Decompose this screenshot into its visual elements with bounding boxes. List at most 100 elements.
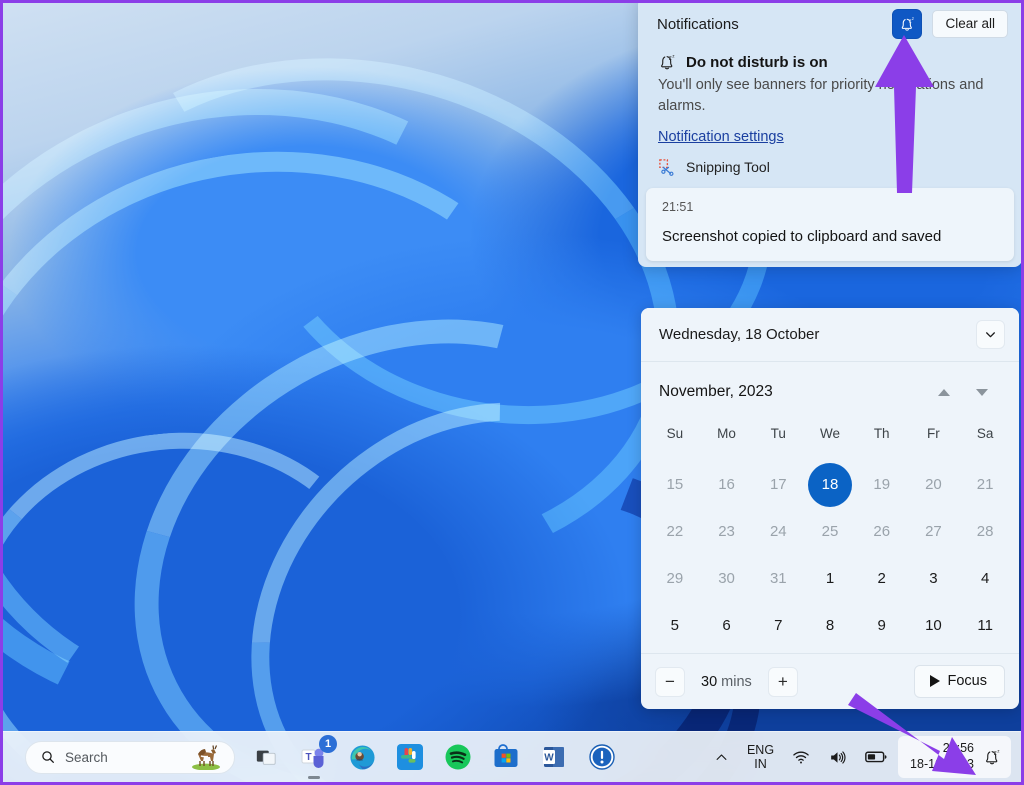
calendar-day[interactable]: 16 [701, 461, 753, 508]
calendar-day-label: 30 [705, 557, 749, 601]
tray-clock-button[interactable]: 21:56 18-10-2023 z z [898, 736, 1011, 777]
calendar-day-label: 11 [963, 604, 1007, 648]
calendar-weekday-mo: Mo [701, 416, 753, 457]
tray-overflow-button[interactable] [707, 745, 736, 770]
calendar-day-today[interactable]: 18 [804, 461, 856, 508]
calendar-day-label: 5 [653, 604, 697, 648]
notification-timestamp: 21:51 [662, 200, 998, 214]
calendar-day[interactable]: 24 [752, 508, 804, 555]
search-input[interactable]: Search [25, 741, 235, 774]
start-focus-session-button[interactable]: Focus [914, 665, 1006, 698]
calendar-day[interactable]: 3 [908, 555, 960, 602]
clock-text: 21:56 18-10-2023 [910, 741, 974, 772]
tray-network-button[interactable] [785, 743, 817, 771]
calendar-day[interactable]: 11 [959, 602, 1011, 649]
calendar-day[interactable]: 2 [856, 555, 908, 602]
windows-desktop: Notifications z z Clear all z [0, 0, 1024, 785]
focus-session-bar: − 30 mins + Focus [641, 653, 1019, 709]
calendar-day-label: 20 [911, 463, 955, 507]
calendar-day[interactable]: 1 [804, 555, 856, 602]
taskbar-app-microsoft-store[interactable] [489, 740, 523, 774]
calendar-day-label: 19 [860, 463, 904, 507]
calendar-day-label: 29 [653, 557, 697, 601]
calendar-day[interactable]: 9 [856, 602, 908, 649]
calendar-day-label: 8 [808, 604, 852, 648]
wifi-icon [792, 748, 810, 766]
calendar-day[interactable]: 7 [752, 602, 804, 649]
calendar-month-label[interactable]: November, 2023 [659, 383, 925, 401]
taskbar-app-microsoft-word[interactable]: W [537, 740, 571, 774]
taskbar-left-section: Search [3, 740, 283, 774]
notification-item[interactable]: 21:51 Screenshot copied to clipboard and… [646, 188, 1014, 261]
chevron-up-icon [714, 750, 729, 765]
taskbar-app-spotify[interactable] [441, 740, 475, 774]
calendar-flyout-panel: Wednesday, 18 October November, 2023 SuM… [641, 308, 1019, 709]
calendar-weekday-su: Su [649, 416, 701, 457]
calendar-day-grid: 1516171819202122232425262728293031123456… [641, 461, 1019, 653]
calendar-day[interactable]: 26 [856, 508, 908, 555]
notification-body-text: Screenshot copied to clipboard and saved [662, 228, 998, 245]
1password-icon [589, 744, 615, 770]
taskbar-app-slack[interactable] [393, 740, 427, 774]
calendar-day-label: 15 [653, 463, 697, 507]
notification-settings-link[interactable]: Notification settings [658, 129, 784, 145]
calendar-day[interactable]: 31 [752, 555, 804, 602]
calendar-day[interactable]: 17 [752, 461, 804, 508]
calendar-day-label: 7 [756, 604, 800, 648]
clock-time: 21:56 [910, 741, 974, 757]
calendar-weekday-tu: Tu [752, 416, 804, 457]
calendar-day[interactable]: 8 [804, 602, 856, 649]
slack-icon [397, 744, 423, 770]
calendar-day-label: 27 [911, 510, 955, 554]
tray-language-indicator[interactable]: ENG IN [740, 738, 781, 776]
calendar-day[interactable]: 28 [959, 508, 1011, 555]
do-not-disturb-bell-icon: z z [899, 16, 916, 33]
calendar-day[interactable]: 19 [856, 461, 908, 508]
calendar-day[interactable]: 30 [701, 555, 753, 602]
language-line-2: IN [747, 757, 774, 771]
focus-duration-unit: mins [721, 674, 752, 690]
calendar-day[interactable]: 21 [959, 461, 1011, 508]
calendar-day[interactable]: 29 [649, 555, 701, 602]
focus-button-label: Focus [948, 673, 988, 689]
calendar-day[interactable]: 15 [649, 461, 701, 508]
spotify-icon [445, 744, 471, 770]
calendar-prev-month-button[interactable] [925, 377, 963, 407]
calendar-day[interactable]: 4 [959, 555, 1011, 602]
focus-duration: 30 mins [701, 674, 752, 690]
do-not-disturb-toggle-button[interactable]: z z [892, 9, 922, 39]
calendar-day[interactable]: 27 [908, 508, 960, 555]
calendar-day-label: 2 [860, 557, 904, 601]
calendar-day-label: 17 [756, 463, 800, 507]
calendar-collapse-button[interactable] [976, 320, 1005, 349]
do-not-disturb-status-block: z z Do not disturb is on You'll only see… [638, 47, 1022, 116]
calendar-current-date: Wednesday, 18 October [659, 326, 976, 343]
calendar-day-label: 28 [963, 510, 1007, 554]
calendar-day[interactable]: 5 [649, 602, 701, 649]
taskbar-app-1password[interactable] [585, 740, 619, 774]
tray-volume-button[interactable] [821, 743, 854, 772]
calendar-day-label: 22 [653, 510, 697, 554]
tray-battery-button[interactable] [858, 744, 894, 770]
search-placeholder: Search [65, 750, 186, 765]
focus-decrease-button[interactable]: − [655, 667, 685, 697]
taskbar-app-microsoft-edge[interactable] [345, 740, 379, 774]
calendar-day[interactable]: 25 [804, 508, 856, 555]
calendar-next-month-button[interactable] [963, 377, 1001, 407]
calendar-day[interactable]: 6 [701, 602, 753, 649]
notification-group-header[interactable]: Snipping Tool [638, 146, 1022, 182]
taskbar-app-microsoft-teams[interactable]: T 1 [297, 740, 331, 774]
calendar-date-bar[interactable]: Wednesday, 18 October [641, 308, 1019, 362]
calendar-day[interactable]: 23 [701, 508, 753, 555]
calendar-day-label: 21 [963, 463, 1007, 507]
chevron-down-icon [984, 328, 997, 341]
calendar-day[interactable]: 22 [649, 508, 701, 555]
calendar-day[interactable]: 10 [908, 602, 960, 649]
calendar-day-label: 25 [808, 510, 852, 554]
focus-increase-button[interactable]: + [768, 667, 798, 697]
system-tray: ENG IN [707, 736, 1021, 777]
microsoft-word-icon: W [541, 744, 567, 770]
task-view-button[interactable] [249, 740, 283, 774]
clear-all-button[interactable]: Clear all [932, 10, 1008, 38]
calendar-day[interactable]: 20 [908, 461, 960, 508]
